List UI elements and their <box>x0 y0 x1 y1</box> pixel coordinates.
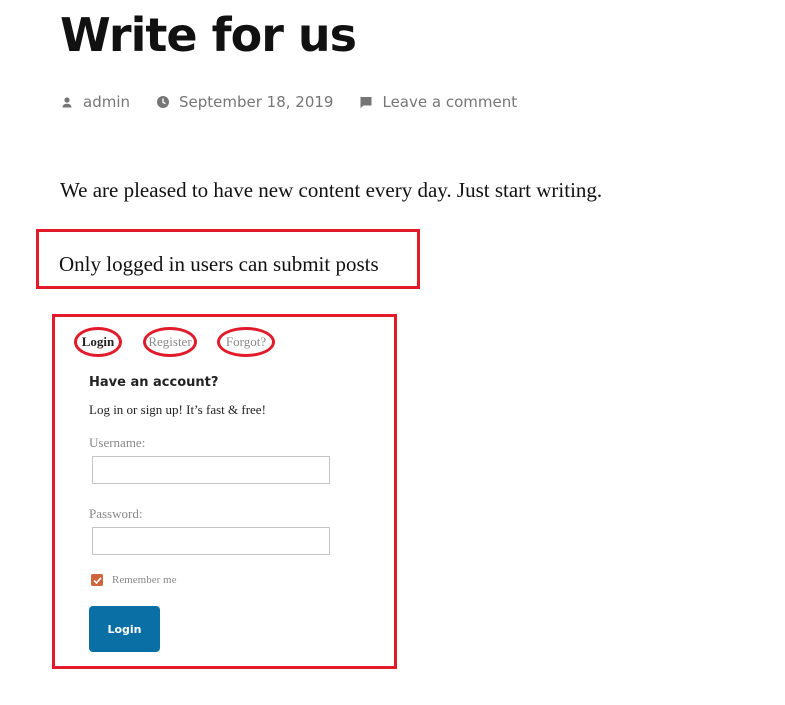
remember-me-row: Remember me <box>91 574 176 586</box>
remember-me-label: Remember me <box>112 574 177 586</box>
notice-highlight: Only logged in users can submit posts <box>36 229 420 289</box>
tab-register[interactable]: Register <box>143 327 197 357</box>
password-label: Password: <box>89 506 143 521</box>
username-label: Username: <box>89 435 146 450</box>
login-button[interactable]: Login <box>89 606 160 652</box>
login-required-notice: Only logged in users can submit posts <box>59 252 379 276</box>
date-link[interactable]: September 18, 2019 <box>179 93 333 111</box>
tab-login[interactable]: Login <box>74 327 122 357</box>
intro-text: We are pleased to have new content every… <box>60 178 603 202</box>
checkmark-icon <box>92 576 102 584</box>
password-field[interactable] <box>92 527 330 555</box>
post-meta: admin September 18, 2019 Leave a comment <box>60 93 543 111</box>
remember-me-checkbox[interactable] <box>91 574 103 586</box>
comments-link[interactable]: Leave a comment <box>382 93 517 111</box>
tab-forgot[interactable]: Forgot? <box>217 327 275 357</box>
meta-date[interactable]: September 18, 2019 <box>156 93 333 111</box>
clock-icon <box>157 96 169 108</box>
meta-comments[interactable]: Leave a comment <box>359 93 517 111</box>
comment-icon <box>360 97 372 108</box>
account-heading: Have an account? <box>89 375 219 390</box>
account-subheading: Log in or sign up! It’s fast & free! <box>89 402 266 417</box>
author-link[interactable]: admin <box>83 93 130 111</box>
login-widget: Login Register Forgot? Have an account? … <box>52 314 397 669</box>
person-icon <box>62 97 72 108</box>
meta-author[interactable]: admin <box>60 93 130 111</box>
page-title: Write for us <box>60 8 357 62</box>
username-field[interactable] <box>92 456 330 484</box>
